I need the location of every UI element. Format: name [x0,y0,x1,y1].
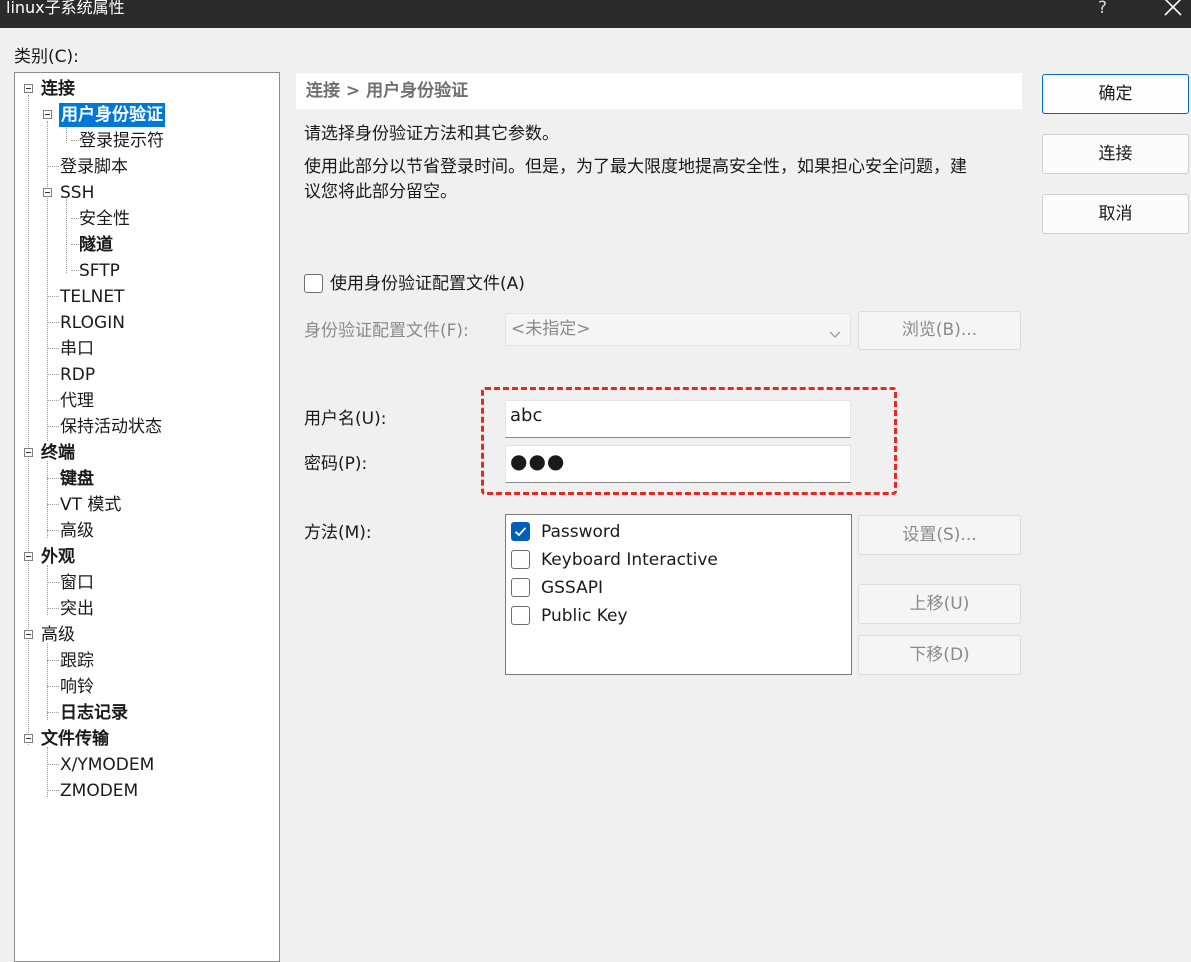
close-icon[interactable] [1160,0,1186,20]
tree-item-terminal-advanced[interactable]: 高级 [60,519,94,543]
tree-item-logging[interactable]: 日志记录 [60,701,128,725]
tree-item-tunnel[interactable]: 隧道 [79,233,113,257]
tree-line [28,95,29,745]
use-profile-label[interactable]: 使用身份验证配置文件(A) [330,272,525,296]
collapse-icon[interactable] [43,188,52,197]
tree-item-proxy[interactable]: 代理 [60,389,94,413]
chevron-down-icon [828,322,842,353]
method-label-gssapi: GSSAPI [541,578,603,598]
username-label: 用户名(U): [304,409,387,429]
tree-line [47,166,59,167]
tree-item-connection[interactable]: 连接 [41,77,75,101]
description-line-2: 使用此部分以节省登录时间。但是，为了最大限度地提高安全性，如果担心安全问题，建 [304,157,967,177]
description-line-1: 请选择身份验证方法和其它参数。 [304,124,559,144]
tree-item-file-transfer[interactable]: 文件传输 [41,727,109,751]
tree-item-rdp[interactable]: RDP [60,363,95,387]
method-label-public-key: Public Key [541,606,628,626]
use-profile-checkbox[interactable] [304,274,323,293]
tree-item-user-auth[interactable]: 用户身份验证 [59,103,165,127]
tree-line [47,686,59,687]
tree-item-login-script[interactable]: 登录脚本 [60,155,128,179]
tree-line [47,504,59,505]
method-label-password: Password [541,522,621,542]
checkbox-icon[interactable] [511,606,530,625]
checkbox-icon[interactable] [511,550,530,569]
checkbox-checked-icon[interactable] [511,522,530,541]
move-up-button[interactable]: 上移(U) [858,584,1021,624]
tree-item-serial[interactable]: 串口 [60,337,94,361]
highlight-box [481,387,897,495]
tree-line [47,712,59,713]
category-label: 类别(C): [14,47,79,67]
tree-item-window[interactable]: 窗口 [60,571,94,595]
tree-item-keyboard[interactable]: 键盘 [60,467,94,491]
move-down-button[interactable]: 下移(D) [858,635,1021,675]
tree-item-trace[interactable]: 跟踪 [60,649,94,673]
tree-line [47,322,59,323]
profile-file-label: 身份验证配置文件(F): [304,321,469,341]
ok-button[interactable]: 确定 [1042,74,1189,114]
tree-item-login-prompt[interactable]: 登录提示符 [79,129,164,153]
profile-file-select[interactable]: <未指定> [505,313,851,346]
tree-item-bell[interactable]: 响铃 [60,675,94,699]
tree-line [47,374,59,375]
tree-item-rlogin[interactable]: RLOGIN [60,311,125,335]
window-title: linux子系统属性 [6,0,125,17]
collapse-icon[interactable] [24,448,33,457]
description-line-3: 议您将此部分留空。 [304,182,457,202]
settings-button[interactable]: 设置(S)... [858,515,1021,555]
password-label: 密码(P): [304,454,368,474]
tree-line [47,348,59,349]
tree-item-highlight[interactable]: 突出 [60,597,94,621]
tree-line [47,530,59,531]
tree-item-telnet[interactable]: TELNET [60,285,124,309]
cancel-button[interactable]: 取消 [1042,194,1189,234]
help-icon[interactable]: ? [1098,0,1107,18]
tree-line [66,199,67,273]
tree-line [47,608,59,609]
method-list[interactable]: Password Keyboard Interactive GSSAPI Pub… [505,514,852,675]
collapse-icon[interactable] [24,734,33,743]
tree-line [47,121,48,441]
tree-line [47,296,59,297]
tree-item-ssh[interactable]: SSH [60,181,94,205]
tree-item-advanced[interactable]: 高级 [41,623,75,647]
profile-file-value: <未指定> [511,319,591,339]
tree-item-vt-mode[interactable]: VT 模式 [60,493,121,517]
tree-item-keepalive[interactable]: 保持活动状态 [60,415,162,439]
collapse-icon[interactable] [24,630,33,639]
tree-line [47,478,59,479]
connect-button[interactable]: 连接 [1042,134,1189,174]
tree-item-terminal[interactable]: 终端 [41,441,75,465]
tree-item-appearance[interactable]: 外观 [41,545,75,569]
method-label: 方法(M): [304,523,372,543]
tree-line [47,400,59,401]
collapse-icon[interactable] [24,552,33,561]
tree-item-security[interactable]: 安全性 [79,207,130,231]
tree-line [47,582,59,583]
tree-line [47,790,59,791]
breadcrumb: 连接 > 用户身份验证 [296,73,1022,109]
method-label-keyboard-interactive: Keyboard Interactive [541,550,718,570]
collapse-icon[interactable] [43,110,52,119]
tree-line [47,660,59,661]
tree-item-sftp[interactable]: SFTP [79,259,120,283]
tree-item-zmodem[interactable]: ZMODEM [60,779,138,803]
collapse-icon[interactable] [24,84,33,93]
tree-item-xymodem[interactable]: X/YMODEM [60,753,154,777]
title-bar: linux子系统属性 ? [0,0,1191,28]
category-tree[interactable]: 连接 用户身份验证 登录提示符 登录脚本 SSH 安全性 隧道 SFTP TEL… [14,72,280,962]
checkbox-icon[interactable] [511,578,530,597]
tree-line [47,461,48,538]
tree-line [47,764,59,765]
tree-line [47,643,48,720]
tree-line [47,426,59,427]
browse-button[interactable]: 浏览(B)... [858,311,1021,350]
